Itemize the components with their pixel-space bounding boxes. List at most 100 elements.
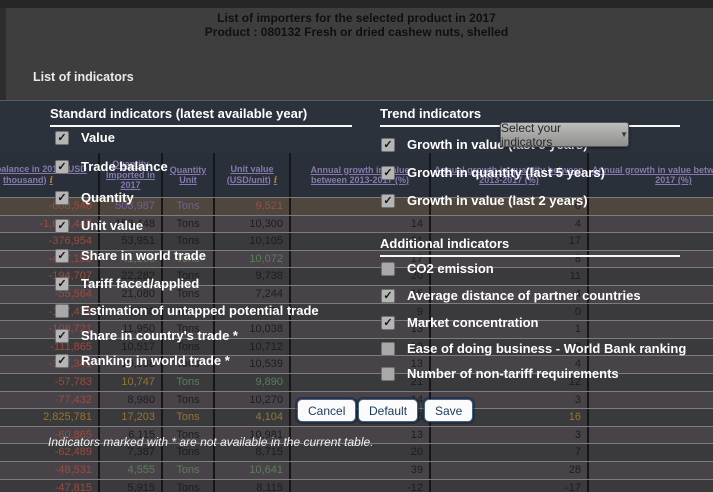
checkbox-checked[interactable]: ✓ xyxy=(55,219,69,233)
checkbox-unchecked[interactable] xyxy=(381,367,395,381)
table-cell: 3 xyxy=(431,427,589,444)
table-row: -48,5314,555Tons10,6413928 xyxy=(0,461,713,479)
checkbox-checked[interactable]: ✓ xyxy=(55,131,69,145)
standard-indicator-item: ✓ Share in world trade xyxy=(55,248,206,263)
checkbox-checked[interactable]: ✓ xyxy=(55,277,69,291)
table-cell: 39 xyxy=(291,462,431,479)
table-cell: Tons xyxy=(163,462,215,479)
table-cell xyxy=(589,462,713,479)
checkbox-unchecked[interactable] xyxy=(381,262,395,276)
additional-indicator-item: Number of non-tariff requirements xyxy=(381,366,619,381)
checkbox-checked[interactable]: ✓ xyxy=(381,316,395,330)
indicator-label: Share in world trade xyxy=(81,248,206,263)
table-cell: -17 xyxy=(431,480,589,492)
checkbox-checked[interactable]: ✓ xyxy=(55,329,69,343)
indicator-label: Number of non-tariff requirements xyxy=(407,366,619,381)
checkbox-checked[interactable]: ✓ xyxy=(381,166,395,180)
checkbox-checked[interactable]: ✓ xyxy=(381,289,395,303)
table-cell: 10,747 xyxy=(100,374,163,391)
table-cell: 5,915 xyxy=(100,480,163,492)
page-title-line1: List of importers for the selected produ… xyxy=(0,11,713,25)
checkbox-unchecked[interactable] xyxy=(55,304,69,318)
table-cell: Tons xyxy=(163,480,215,492)
list-of-indicators-title: List of indicators xyxy=(33,70,134,84)
standard-indicator-item: ✓ Unit value xyxy=(55,218,143,233)
table-cell: 14 xyxy=(291,216,431,233)
table-cell: 4,104 xyxy=(215,409,291,426)
info-icon[interactable]: i xyxy=(50,176,53,186)
indicator-label: Ease of doing business - World Bank rank… xyxy=(407,341,686,356)
trend-indicator-item: ✓ Growth in quantity (last 5 years) xyxy=(381,165,605,180)
column-header[interactable]: Quantity Unit xyxy=(163,153,215,197)
top-strip xyxy=(0,0,713,8)
standard-indicator-item: Estimation of untapped potential trade xyxy=(55,303,319,318)
standard-indicator-item: ✓Ranking in world trade * xyxy=(55,353,230,368)
checkbox-checked[interactable]: ✓ xyxy=(55,249,69,263)
footnote: Indicators marked with * are not availab… xyxy=(48,435,374,449)
additional-indicator-item: Ease of doing business - World Bank rank… xyxy=(381,341,686,356)
table-cell: Tons xyxy=(163,216,215,233)
table-cell: -47,815 xyxy=(0,480,100,492)
table-cell xyxy=(589,321,713,338)
table-cell: -12 xyxy=(291,480,431,492)
table-cell: 28 xyxy=(431,462,589,479)
page-title: List of importers for the selected produ… xyxy=(0,11,713,39)
indicator-label: CO2 emission xyxy=(407,261,494,276)
table-cell xyxy=(589,268,713,285)
table-cell: 8,115 xyxy=(215,480,291,492)
table-cell xyxy=(589,216,713,233)
table-cell: Tons xyxy=(163,198,215,215)
table-cell: 7 xyxy=(431,444,589,461)
info-icon[interactable]: i xyxy=(274,176,277,186)
column-header-label: Unit value (USD/unit)i xyxy=(217,164,287,186)
checkbox-checked[interactable]: ✓ xyxy=(55,354,69,368)
indicator-label: Share in country's trade * xyxy=(81,328,238,343)
standard-indicator-item: ✓ Tariff faced/applied xyxy=(55,276,199,291)
table-row: 2,825,78117,203Tons4,1041616 xyxy=(0,408,713,426)
checkbox-checked[interactable]: ✓ xyxy=(381,194,395,208)
indicator-label: Tariff faced/applied xyxy=(81,276,199,291)
table-cell xyxy=(589,409,713,426)
table-cell: 9,738 xyxy=(215,268,291,285)
dropdown-label: Select your indicators xyxy=(501,121,614,149)
save-button[interactable]: Save xyxy=(424,399,473,422)
indicator-label: Unit value xyxy=(81,218,143,233)
chevron-down-icon: ▼ xyxy=(620,130,628,139)
standard-indicator-item: ✓ Trade balance xyxy=(55,159,168,174)
additional-indicators-heading: Additional indicators xyxy=(380,236,680,257)
trend-indicator-item: ✓Growth in value (last 2 years) xyxy=(381,193,588,208)
table-cell: 10,072 xyxy=(215,251,291,268)
indicator-label: Quantity xyxy=(81,190,134,205)
table-cell: 4 xyxy=(431,216,589,233)
standard-indicator-item: ✓ Value xyxy=(55,130,115,145)
checkbox-checked[interactable]: ✓ xyxy=(381,138,395,152)
table-cell: 17,203 xyxy=(100,409,163,426)
indicator-label: Trade balance xyxy=(81,159,168,174)
indicator-label: Growth in quantity (last 5 years) xyxy=(407,165,605,180)
table-cell: 8,980 xyxy=(100,392,163,409)
default-button[interactable]: Default xyxy=(358,399,418,422)
table-cell: Tons xyxy=(163,409,215,426)
additional-indicator-item: ✓Average distance of partner countries xyxy=(381,288,641,303)
cancel-button[interactable]: Cancel xyxy=(297,399,356,422)
additional-indicator-item: ✓Market concentration xyxy=(381,315,538,330)
table-cell xyxy=(589,480,713,492)
checkbox-unchecked[interactable] xyxy=(381,342,395,356)
select-your-indicators-dropdown[interactable]: Select your indicators ▼ xyxy=(500,122,629,147)
column-header-label: Quantity Unit xyxy=(165,165,211,186)
standard-indicator-item: ✓ Share in country's trade * xyxy=(55,328,238,343)
additional-indicator-item: CO2 emission xyxy=(381,261,494,276)
table-cell: 9,890 xyxy=(215,374,291,391)
column-header[interactable]: Annual growth in value between 2016-2017… xyxy=(589,153,713,197)
table-cell: 9,521 xyxy=(215,198,291,215)
table-cell: 10,270 xyxy=(215,392,291,409)
table-cell xyxy=(589,198,713,215)
checkbox-checked[interactable]: ✓ xyxy=(55,160,69,174)
indicator-label: Value xyxy=(81,130,115,145)
table-cell xyxy=(589,304,713,321)
table-cell xyxy=(589,444,713,461)
table-cell xyxy=(589,392,713,409)
checkbox-checked[interactable]: ✓ xyxy=(55,191,69,205)
table-row: -47,8155,915Tons8,115-12-17 xyxy=(0,479,713,492)
column-header[interactable]: Unit value (USD/unit)i xyxy=(215,153,291,197)
